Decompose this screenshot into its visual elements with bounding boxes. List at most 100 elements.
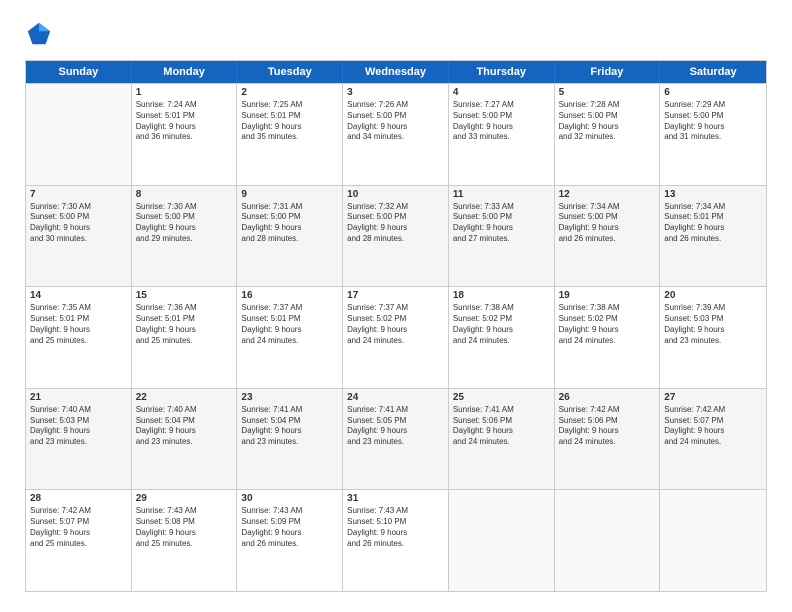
day-info: Sunrise: 7:43 AM Sunset: 5:10 PM Dayligh… bbox=[347, 506, 444, 549]
day-number: 3 bbox=[347, 87, 444, 98]
cal-row-1: 7 Sunrise: 7:30 AM Sunset: 5:00 PM Daylig… bbox=[26, 185, 766, 287]
day-info: Sunrise: 7:29 AM Sunset: 5:00 PM Dayligh… bbox=[664, 100, 762, 143]
day-cell-11: 11Sunrise: 7:33 AM Sunset: 5:00 PM Dayli… bbox=[449, 186, 555, 287]
day-number: 19 bbox=[559, 290, 656, 301]
day-info: Sunrise: 7:41 AM Sunset: 5:06 PM Dayligh… bbox=[453, 405, 550, 448]
calendar: SundayMondayTuesdayWednesdayThursdayFrid… bbox=[25, 60, 767, 592]
header-cell-monday: Monday bbox=[132, 61, 238, 83]
day-info: Sunrise: 7:37 AM Sunset: 5:02 PM Dayligh… bbox=[347, 303, 444, 346]
day-number: 6 bbox=[664, 87, 762, 98]
day-cell-3: 3 Sunrise: 7:26 AM Sunset: 5:00 PM Daylig… bbox=[343, 84, 449, 185]
day-cell-1: 1 Sunrise: 7:24 AM Sunset: 5:01 PM Daylig… bbox=[132, 84, 238, 185]
day-number: 8 bbox=[136, 189, 233, 200]
calendar-header: SundayMondayTuesdayWednesdayThursdayFrid… bbox=[26, 61, 766, 83]
day-cell-2: 2Sunrise: 7:25 AM Sunset: 5:01 PM Daylig… bbox=[237, 84, 343, 185]
day-cell-4: 4 Sunrise: 7:27 AM Sunset: 5:00 PM Daylig… bbox=[449, 84, 555, 185]
day-cell-26: 26 Sunrise: 7:42 AM Sunset: 5:06 PM Dayli… bbox=[555, 389, 661, 490]
day-cell-29: 29Sunrise: 7:43 AM Sunset: 5:08 PM Dayli… bbox=[132, 490, 238, 591]
day-info: Sunrise: 7:37 AM Sunset: 5:01 PM Dayligh… bbox=[241, 303, 338, 346]
cal-row-3: 21Sunrise: 7:40 AM Sunset: 5:03 PM Dayli… bbox=[26, 388, 766, 490]
empty-cell bbox=[26, 84, 132, 185]
day-number: 2 bbox=[241, 87, 338, 98]
logo-icon bbox=[25, 20, 53, 48]
day-number: 1 bbox=[136, 87, 233, 98]
day-cell-22: 22Sunrise: 7:40 AM Sunset: 5:04 PM Dayli… bbox=[132, 389, 238, 490]
day-cell-16: 16 Sunrise: 7:37 AM Sunset: 5:01 PM Dayli… bbox=[237, 287, 343, 388]
cal-row-4: 28 Sunrise: 7:42 AM Sunset: 5:07 PM Dayli… bbox=[26, 489, 766, 591]
day-number: 5 bbox=[559, 87, 656, 98]
day-info: Sunrise: 7:28 AM Sunset: 5:00 PM Dayligh… bbox=[559, 100, 656, 143]
day-info: Sunrise: 7:43 AM Sunset: 5:09 PM Dayligh… bbox=[241, 506, 338, 549]
header-cell-friday: Friday bbox=[555, 61, 661, 83]
day-cell-18: 18Sunrise: 7:38 AM Sunset: 5:02 PM Dayli… bbox=[449, 287, 555, 388]
day-info: Sunrise: 7:40 AM Sunset: 5:04 PM Dayligh… bbox=[136, 405, 233, 448]
day-cell-5: 5 Sunrise: 7:28 AM Sunset: 5:00 PM Daylig… bbox=[555, 84, 661, 185]
day-cell-17: 17 Sunrise: 7:37 AM Sunset: 5:02 PM Dayli… bbox=[343, 287, 449, 388]
header-cell-wednesday: Wednesday bbox=[343, 61, 449, 83]
day-cell-19: 19 Sunrise: 7:38 AM Sunset: 5:02 PM Dayli… bbox=[555, 287, 661, 388]
header-cell-sunday: Sunday bbox=[26, 61, 132, 83]
day-number: 4 bbox=[453, 87, 550, 98]
day-cell-9: 9 Sunrise: 7:31 AM Sunset: 5:00 PM Daylig… bbox=[237, 186, 343, 287]
day-number: 10 bbox=[347, 189, 444, 200]
day-cell-23: 23Sunrise: 7:41 AM Sunset: 5:04 PM Dayli… bbox=[237, 389, 343, 490]
day-cell-31: 31 Sunrise: 7:43 AM Sunset: 5:10 PM Dayli… bbox=[343, 490, 449, 591]
empty-cell bbox=[660, 490, 766, 591]
day-info: Sunrise: 7:41 AM Sunset: 5:04 PM Dayligh… bbox=[241, 405, 338, 448]
day-number: 31 bbox=[347, 493, 444, 504]
day-info: Sunrise: 7:43 AM Sunset: 5:08 PM Dayligh… bbox=[136, 506, 233, 549]
day-info: Sunrise: 7:31 AM Sunset: 5:00 PM Dayligh… bbox=[241, 202, 338, 245]
day-number: 17 bbox=[347, 290, 444, 301]
day-cell-15: 15Sunrise: 7:36 AM Sunset: 5:01 PM Dayli… bbox=[132, 287, 238, 388]
day-info: Sunrise: 7:42 AM Sunset: 5:07 PM Dayligh… bbox=[664, 405, 762, 448]
day-info: Sunrise: 7:35 AM Sunset: 5:01 PM Dayligh… bbox=[30, 303, 127, 346]
day-cell-12: 12 Sunrise: 7:34 AM Sunset: 5:00 PM Dayli… bbox=[555, 186, 661, 287]
day-info: Sunrise: 7:42 AM Sunset: 5:07 PM Dayligh… bbox=[30, 506, 127, 549]
day-number: 7 bbox=[30, 189, 127, 200]
day-cell-30: 30 Sunrise: 7:43 AM Sunset: 5:09 PM Dayli… bbox=[237, 490, 343, 591]
empty-cell bbox=[449, 490, 555, 591]
day-info: Sunrise: 7:30 AM Sunset: 5:00 PM Dayligh… bbox=[30, 202, 127, 245]
day-info: Sunrise: 7:32 AM Sunset: 5:00 PM Dayligh… bbox=[347, 202, 444, 245]
day-info: Sunrise: 7:27 AM Sunset: 5:00 PM Dayligh… bbox=[453, 100, 550, 143]
day-number: 14 bbox=[30, 290, 127, 301]
day-cell-25: 25 Sunrise: 7:41 AM Sunset: 5:06 PM Dayli… bbox=[449, 389, 555, 490]
day-cell-13: 13 Sunrise: 7:34 AM Sunset: 5:01 PM Dayli… bbox=[660, 186, 766, 287]
day-cell-7: 7 Sunrise: 7:30 AM Sunset: 5:00 PM Daylig… bbox=[26, 186, 132, 287]
day-info: Sunrise: 7:41 AM Sunset: 5:05 PM Dayligh… bbox=[347, 405, 444, 448]
day-info: Sunrise: 7:40 AM Sunset: 5:03 PM Dayligh… bbox=[30, 405, 127, 448]
day-info: Sunrise: 7:42 AM Sunset: 5:06 PM Dayligh… bbox=[559, 405, 656, 448]
day-cell-24: 24 Sunrise: 7:41 AM Sunset: 5:05 PM Dayli… bbox=[343, 389, 449, 490]
day-number: 9 bbox=[241, 189, 338, 200]
day-cell-14: 14 Sunrise: 7:35 AM Sunset: 5:01 PM Dayli… bbox=[26, 287, 132, 388]
day-number: 13 bbox=[664, 189, 762, 200]
day-number: 28 bbox=[30, 493, 127, 504]
day-number: 12 bbox=[559, 189, 656, 200]
logo bbox=[25, 20, 57, 48]
day-info: Sunrise: 7:26 AM Sunset: 5:00 PM Dayligh… bbox=[347, 100, 444, 143]
empty-cell bbox=[555, 490, 661, 591]
day-info: Sunrise: 7:24 AM Sunset: 5:01 PM Dayligh… bbox=[136, 100, 233, 143]
day-number: 25 bbox=[453, 392, 550, 403]
day-info: Sunrise: 7:34 AM Sunset: 5:00 PM Dayligh… bbox=[559, 202, 656, 245]
day-cell-27: 27Sunrise: 7:42 AM Sunset: 5:07 PM Dayli… bbox=[660, 389, 766, 490]
day-info: Sunrise: 7:30 AM Sunset: 5:00 PM Dayligh… bbox=[136, 202, 233, 245]
cal-row-0: 1 Sunrise: 7:24 AM Sunset: 5:01 PM Daylig… bbox=[26, 83, 766, 185]
day-number: 24 bbox=[347, 392, 444, 403]
day-number: 11 bbox=[453, 189, 550, 200]
day-cell-10: 10 Sunrise: 7:32 AM Sunset: 5:00 PM Dayli… bbox=[343, 186, 449, 287]
day-info: Sunrise: 7:39 AM Sunset: 5:03 PM Dayligh… bbox=[664, 303, 762, 346]
day-number: 30 bbox=[241, 493, 338, 504]
day-number: 20 bbox=[664, 290, 762, 301]
day-number: 26 bbox=[559, 392, 656, 403]
day-cell-8: 8 Sunrise: 7:30 AM Sunset: 5:00 PM Daylig… bbox=[132, 186, 238, 287]
header-cell-saturday: Saturday bbox=[660, 61, 766, 83]
day-cell-6: 6 Sunrise: 7:29 AM Sunset: 5:00 PM Daylig… bbox=[660, 84, 766, 185]
day-info: Sunrise: 7:38 AM Sunset: 5:02 PM Dayligh… bbox=[559, 303, 656, 346]
day-cell-20: 20 Sunrise: 7:39 AM Sunset: 5:03 PM Dayli… bbox=[660, 287, 766, 388]
day-number: 16 bbox=[241, 290, 338, 301]
day-cell-21: 21Sunrise: 7:40 AM Sunset: 5:03 PM Dayli… bbox=[26, 389, 132, 490]
day-info: Sunrise: 7:34 AM Sunset: 5:01 PM Dayligh… bbox=[664, 202, 762, 245]
day-info: Sunrise: 7:36 AM Sunset: 5:01 PM Dayligh… bbox=[136, 303, 233, 346]
header-cell-tuesday: Tuesday bbox=[237, 61, 343, 83]
